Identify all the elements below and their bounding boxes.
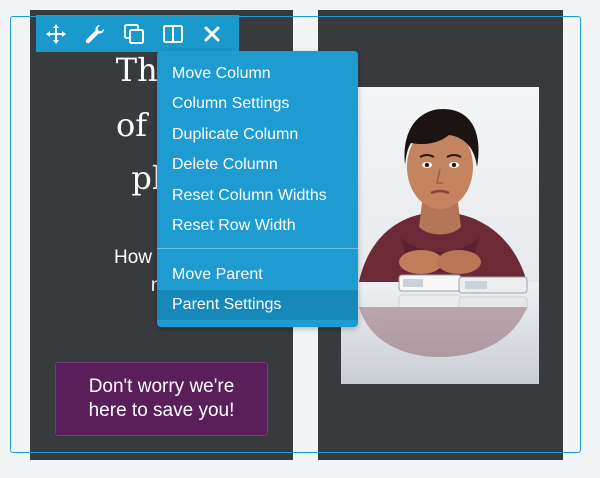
photo-illustration: [341, 87, 539, 384]
cta-line-1: Don't worry we're: [88, 376, 235, 397]
menu-item-column-settings[interactable]: Column Settings: [157, 89, 358, 119]
duplicate-icon[interactable]: [114, 15, 153, 52]
columns-icon[interactable]: [153, 15, 192, 52]
menu-item-reset-column-widths[interactable]: Reset Column Widths: [157, 181, 358, 211]
menu-item-move-column[interactable]: Move Column: [157, 59, 358, 89]
worried-woman-photo: [341, 87, 539, 384]
wrench-icon[interactable]: [75, 15, 114, 52]
menu-item-move-parent[interactable]: Move Parent: [157, 260, 358, 290]
move-icon[interactable]: [36, 15, 75, 52]
column-context-menu: Move Column Column Settings Duplicate Co…: [157, 51, 358, 327]
cta-line-2: here to save you!: [88, 400, 235, 421]
menu-divider: [157, 248, 358, 249]
cta-button[interactable]: Don't worry we're here to save you!: [55, 362, 268, 436]
column-toolbar: [36, 15, 239, 52]
menu-item-reset-row-width[interactable]: Reset Row Width: [157, 211, 358, 241]
close-icon[interactable]: [192, 15, 231, 52]
menu-item-duplicate-column[interactable]: Duplicate Column: [157, 120, 358, 150]
menu-item-delete-column[interactable]: Delete Column: [157, 150, 358, 180]
menu-item-parent-settings[interactable]: Parent Settings: [157, 290, 358, 320]
